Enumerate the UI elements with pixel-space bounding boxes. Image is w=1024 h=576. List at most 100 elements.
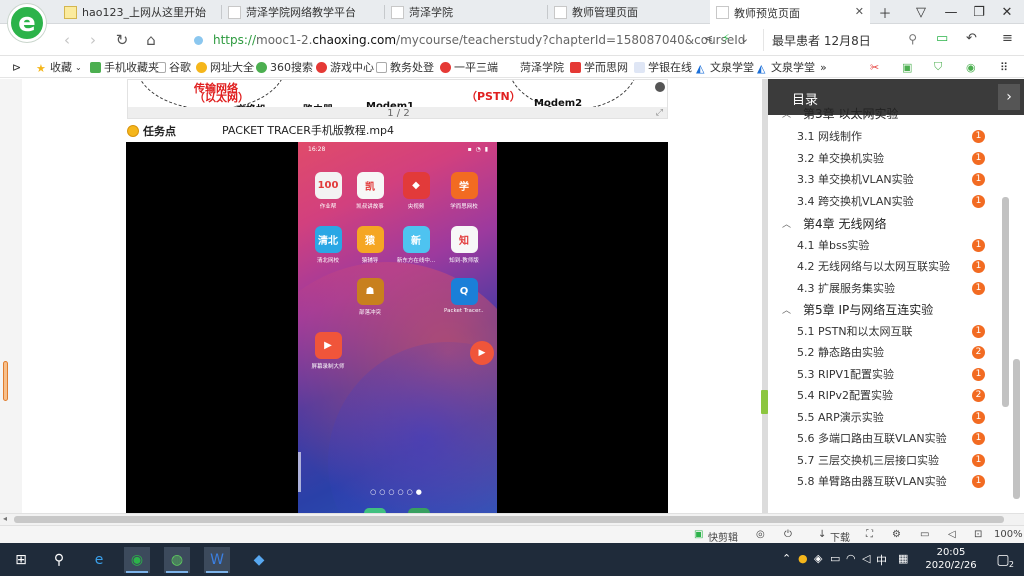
wechat-icon[interactable]: ◍ xyxy=(164,547,190,573)
doc-close-icon[interactable] xyxy=(655,82,665,92)
scroll-thumb[interactable] xyxy=(14,516,1004,523)
bookmark-ypsd[interactable]: 一平三端 xyxy=(440,59,498,75)
tools-icon[interactable]: ⚙ xyxy=(892,529,901,540)
restore-icon[interactable]: ❐ xyxy=(968,2,990,22)
horizontal-scrollbar[interactable]: ◂ xyxy=(0,513,1024,525)
home-icon[interactable]: ⌂ xyxy=(140,29,162,51)
windows-start-icon[interactable]: ⊞ xyxy=(8,547,34,573)
bookmark-favorites[interactable]: ★ 收藏 ⌄ xyxy=(36,59,82,75)
tab-teacher-manage[interactable]: 教师管理页面 xyxy=(548,0,708,24)
toc-item[interactable]: 4.1 单bss实验 xyxy=(797,235,987,255)
undo-icon[interactable]: ↶ xyxy=(966,31,977,46)
search-icon[interactable]: ⚲ xyxy=(908,32,917,46)
close-tab-icon[interactable]: ✕ xyxy=(855,5,864,18)
bookmark-wenquan-2[interactable]: ◭ 文泉学堂 xyxy=(757,59,815,75)
image-icon[interactable]: ⛶ xyxy=(866,529,873,540)
toc-item[interactable]: 5.7 三层交换机三层接口实验 xyxy=(797,450,987,470)
browser-logo[interactable]: e xyxy=(8,4,46,42)
shield-icon[interactable]: ⛉ xyxy=(934,59,942,75)
toc-item[interactable]: 5.2 静态路由实验 xyxy=(797,342,987,362)
toc-item[interactable]: 5.8 单臂路由器互联VLAN实验 xyxy=(797,471,987,491)
toc-item[interactable]: 5.5 ARP演示实验 xyxy=(797,407,987,427)
menu-icon[interactable]: ≡ xyxy=(1002,31,1013,46)
ime-indicator[interactable]: 中 xyxy=(876,552,887,568)
tray-shield-icon[interactable]: ◈ xyxy=(814,552,822,565)
battery-icon[interactable]: ▭ xyxy=(936,31,948,46)
toc-item[interactable]: 3.3 单交换机VLAN实验 xyxy=(797,169,987,189)
360-browser-icon[interactable]: ◉ xyxy=(124,547,150,573)
cut-label[interactable]: 快剪辑 xyxy=(708,529,738,544)
url-dropdown-icon[interactable]: ⌄ xyxy=(740,32,749,45)
wifi-icon[interactable]: ◠ xyxy=(846,552,856,565)
scissors-icon[interactable]: ✂ xyxy=(870,59,879,75)
download-label[interactable]: 下载 xyxy=(830,529,850,544)
toc-scrollbar[interactable] xyxy=(1002,197,1009,407)
toc-item[interactable]: 5.1 PSTN和以太网互联 xyxy=(797,321,987,341)
bookmark-xueyin[interactable]: 学银在线 xyxy=(634,59,692,75)
url-field[interactable]: https://mooc1-2. chaoxing.com/mycourse/te… xyxy=(188,29,753,51)
forward-icon[interactable]: › xyxy=(82,29,104,51)
bookmark-academic[interactable]: 教务处登 xyxy=(376,59,434,75)
toc-chapter[interactable]: ︿ 第4章 无线网络 xyxy=(782,213,886,233)
bookmark-sites[interactable]: 网址大全 xyxy=(196,59,254,75)
new-tab-icon[interactable]: ＋ xyxy=(874,2,896,22)
toc-chapter[interactable]: ︿ 第5章 IP与网络互连实验 xyxy=(782,299,933,319)
refresh-icon[interactable]: ↻ xyxy=(111,29,133,51)
search-box[interactable]: 最早患者 12月8日 ⚲ xyxy=(763,29,923,51)
toc-item[interactable]: 3.4 跨交换机VLAN实验 xyxy=(797,191,987,211)
tab-heze-platform[interactable]: 菏泽学院网络教学平台 xyxy=(222,0,382,24)
feishu-icon[interactable]: ◆ xyxy=(246,547,272,573)
toc-item[interactable]: 3.2 单交换机实验 xyxy=(797,148,987,168)
zoom-level[interactable]: 100% xyxy=(994,529,1023,540)
page-scrollbar[interactable] xyxy=(1013,359,1020,499)
apps-grid-icon[interactable]: ⠿ xyxy=(1000,59,1008,75)
ie-icon[interactable]: e xyxy=(86,547,112,573)
bookmark-mobile[interactable]: 手机收藏夹 xyxy=(90,59,159,75)
bookmark-360[interactable]: 360搜索 xyxy=(256,59,313,75)
screen-icon[interactable]: ▭ xyxy=(920,529,929,540)
power-icon[interactable]: ⏻ xyxy=(784,529,792,540)
speed-icon[interactable]: ◎ xyxy=(756,529,765,540)
left-scroll-handle[interactable] xyxy=(3,361,8,401)
sidebar-toggle-icon[interactable]: ⊳ xyxy=(12,59,21,75)
volume-icon[interactable]: ◁ xyxy=(948,529,956,540)
system-clock[interactable]: 20:05 2020/2/26 xyxy=(925,546,977,572)
toc-item[interactable]: 4.3 扩展服务集实验 xyxy=(797,278,987,298)
minimize-icon[interactable]: — xyxy=(940,2,962,22)
toc-chapter[interactable]: ︿ 第3章 以太网实验 xyxy=(782,103,898,123)
splitter-handle[interactable] xyxy=(761,390,768,414)
notification-icon[interactable]: ▢ 2 xyxy=(990,547,1016,573)
fullscreen-icon[interactable]: ⤢ xyxy=(656,108,663,118)
tray-expand-icon[interactable]: ⌃ xyxy=(782,552,791,565)
tab-teacher-preview[interactable]: 教师预览页面 ✕ xyxy=(710,0,870,25)
keyboard-icon[interactable]: ▦ xyxy=(898,552,908,565)
search-icon[interactable]: ⚲ xyxy=(46,547,72,573)
shirt-skin-icon[interactable]: ▽ xyxy=(910,2,932,22)
bookmark-games[interactable]: 游戏中心 xyxy=(316,59,374,75)
bookmark-heze[interactable]: 菏泽学院 xyxy=(520,59,564,75)
tab-hao123[interactable]: hao123_上网从这里开始 xyxy=(58,0,218,24)
collapse-toc-icon[interactable]: › xyxy=(998,84,1020,110)
lightning-icon[interactable]: ⚡ xyxy=(722,32,730,45)
gamepad-icon[interactable]: ◉ xyxy=(966,59,976,75)
bookmark-google[interactable]: 谷歌 xyxy=(155,59,191,75)
network-icon[interactable]: ▭ xyxy=(830,552,840,565)
toc-item[interactable]: 5.6 多端口路由互联VLAN实验 xyxy=(797,428,987,448)
toc-item[interactable]: 5.4 RIPv2配置实验 xyxy=(797,385,987,405)
bookmark-wenquan-1[interactable]: ◭ 文泉学堂 xyxy=(696,59,754,75)
toc-item[interactable]: 5.3 RIPV1配置实验 xyxy=(797,364,987,384)
volume-icon[interactable]: ◁ xyxy=(862,552,870,565)
tray-app-icon[interactable]: ● xyxy=(798,552,808,565)
toc-item[interactable]: 4.2 无线网络与以太网互联实验 xyxy=(797,256,987,276)
video-player[interactable]: 16:28 ▪ ◔ ▮ 100 作业帮 凯凯叔讲故事 ◆ 央视频 学学而思网校 清北 清北网校… xyxy=(126,142,668,513)
word-icon[interactable]: W xyxy=(204,547,230,573)
share-icon[interactable]: ⋖ xyxy=(704,32,713,45)
document-preview[interactable]: 传输网络 （以太网） （PSTN） Modem2 Modem1 路由器 交换机 … xyxy=(127,79,668,119)
bookmark-xueersi[interactable]: 学而思网 xyxy=(570,59,628,75)
close-window-icon[interactable]: ✕ xyxy=(996,2,1018,22)
zoom-icon[interactable]: ⊡ xyxy=(974,529,982,540)
back-icon[interactable]: ‹ xyxy=(56,29,78,51)
toc-item[interactable]: 3.1 网线制作 xyxy=(797,126,987,146)
more-bookmarks-icon[interactable]: » xyxy=(820,59,827,75)
extension-icon[interactable]: ▣ xyxy=(902,59,912,75)
